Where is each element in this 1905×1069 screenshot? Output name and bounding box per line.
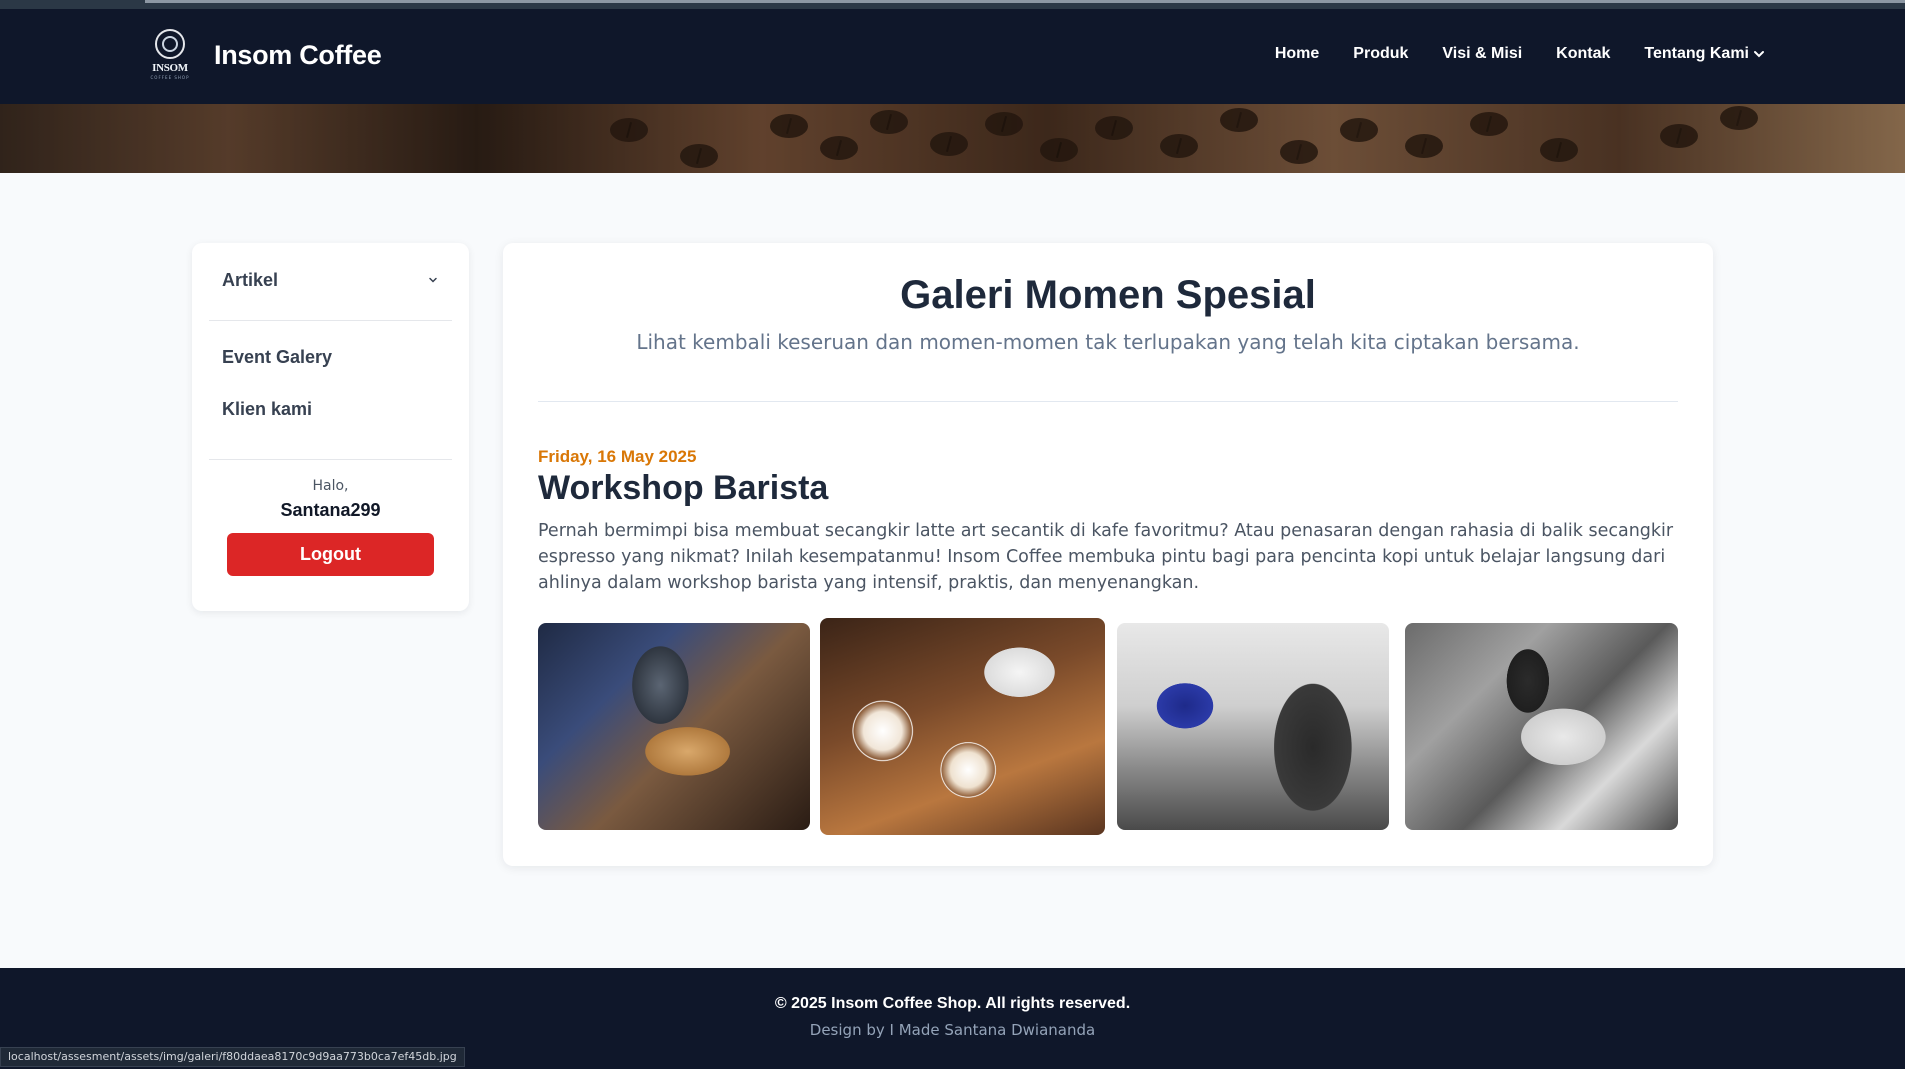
brand-logo[interactable]: INSOM COFFEE SHOP xyxy=(148,29,192,81)
gallery-photo-workshop-bar[interactable] xyxy=(1405,623,1678,830)
logo-text: INSOM xyxy=(152,62,188,74)
username: Santana299 xyxy=(280,500,381,520)
sidebar: Artikel Event Galery Klien kami Halo, Sa… xyxy=(192,243,469,611)
brand-name[interactable]: Insom Coffee xyxy=(214,40,382,71)
page-title: Galeri Momen Spesial xyxy=(900,273,1316,317)
footer-copyright: © 2025 Insom Coffee Shop. All rights res… xyxy=(774,995,1131,1012)
logo-subtext: COFFEE SHOP xyxy=(150,75,190,80)
sidebar-item-klien-kami[interactable]: Klien kami xyxy=(222,399,312,420)
nav-kontak[interactable]: Kontak xyxy=(1556,45,1610,63)
page-subtitle: Lihat kembali keseruan dan momen-momen t… xyxy=(636,330,1580,354)
nav-tentang-kami-dropdown[interactable]: Tentang Kami xyxy=(1644,45,1765,63)
sidebar-artikel-toggle[interactable]: Artikel xyxy=(209,255,452,305)
main-nav: Home Produk Visi & Misi Kontak Tentang K… xyxy=(1241,45,1765,63)
nav-tentang-kami-label: Tentang Kami xyxy=(1644,45,1749,62)
event-description: Pernah bermimpi bisa membuat secangkir l… xyxy=(538,521,1674,593)
sidebar-section-label: Artikel xyxy=(222,269,279,290)
sidebar-divider xyxy=(209,320,452,321)
event-date: Friday, 16 May 2025 xyxy=(538,447,697,466)
nav-produk[interactable]: Produk xyxy=(1353,45,1408,63)
browser-top-edge-accent xyxy=(145,0,1905,3)
gallery-photo-barista-demo[interactable] xyxy=(1117,623,1389,830)
footer-design-credit: Design by I Made Santana Dwiananda xyxy=(809,1021,1096,1039)
navbar: INSOM COFFEE SHOP Insom Coffee Home Prod… xyxy=(0,9,1905,104)
card-divider xyxy=(538,401,1678,402)
brand[interactable]: INSOM COFFEE SHOP Insom Coffee xyxy=(148,29,382,81)
gallery-photo-latte-pour[interactable] xyxy=(538,623,810,830)
gallery-photo-latte-art-cups[interactable] xyxy=(820,618,1105,835)
chevron-down-icon xyxy=(1754,51,1764,58)
chevron-down-icon xyxy=(429,277,437,283)
browser-status-url: localhost/assesment/assets/img/galeri/f8… xyxy=(0,1047,465,1067)
sidebar-divider xyxy=(209,459,452,460)
nav-visi-misi[interactable]: Visi & Misi xyxy=(1442,45,1522,63)
sidebar-item-event-galery[interactable]: Event Galery xyxy=(222,347,332,368)
gallery-card: Galeri Momen Spesial Lihat kembali keser… xyxy=(503,243,1713,866)
greeting-text: Halo, xyxy=(312,478,349,494)
logo-emblem-icon xyxy=(155,29,185,59)
nav-home[interactable]: Home xyxy=(1275,45,1319,63)
hero-banner-image xyxy=(0,104,1905,173)
event-title: Workshop Barista xyxy=(538,469,829,507)
logout-button[interactable]: Logout xyxy=(227,533,434,576)
